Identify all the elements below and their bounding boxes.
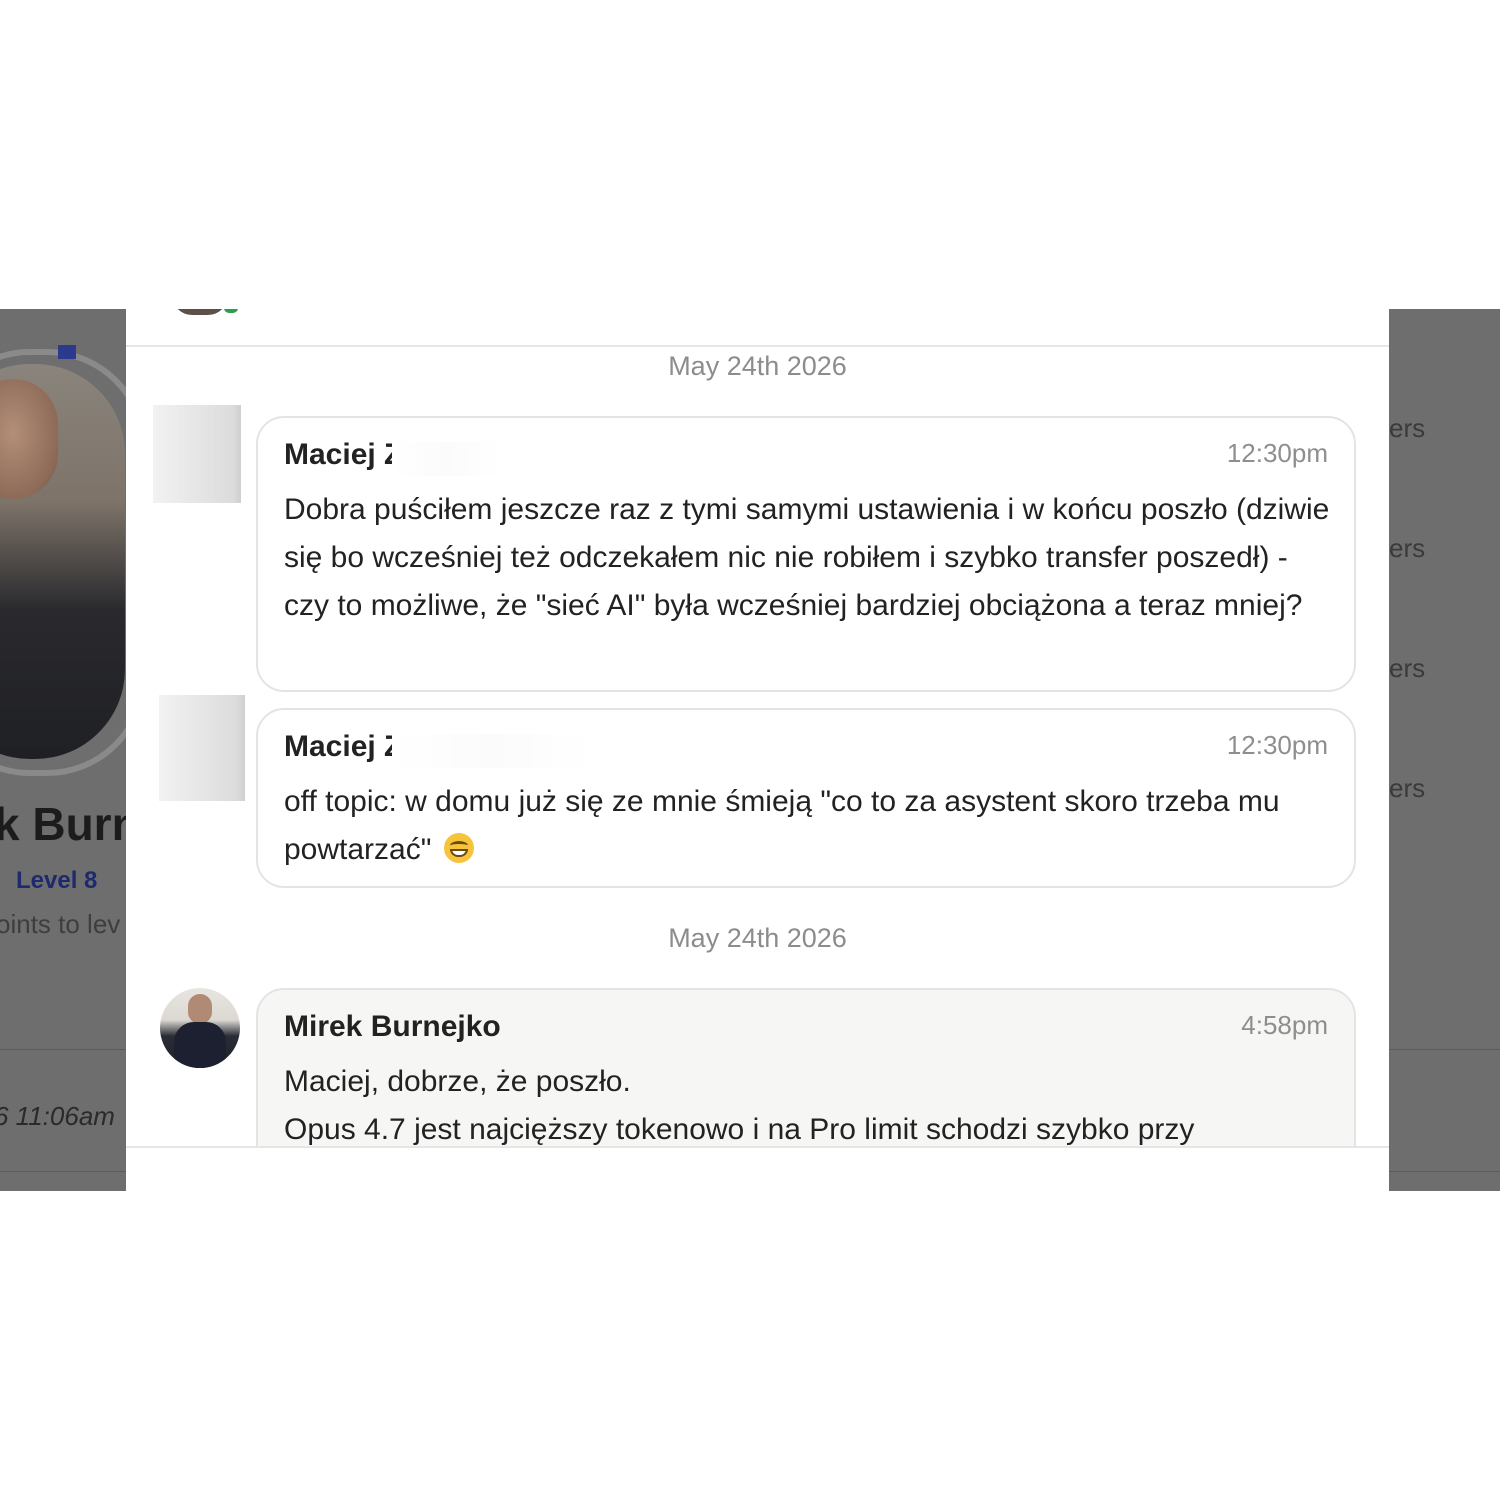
grinning-face-emoji-icon <box>443 833 474 863</box>
message-time: 12:30pm <box>1226 730 1328 760</box>
profile-level: Level 8 <box>16 867 98 894</box>
chat-partner-avatar[interactable] <box>172 309 228 315</box>
redacted-surname <box>392 442 502 476</box>
message-bubble: Maciej Z 12:30pm Dobra puściłem jeszcze … <box>256 416 1356 692</box>
chat-header <box>126 309 1389 347</box>
background-stat-label: ers <box>1389 653 1426 683</box>
background-stat-label: ers <box>1389 773 1426 803</box>
message-time: 4:58pm <box>1241 1010 1328 1040</box>
message-author[interactable]: Maciej Z <box>284 730 402 764</box>
app-viewport: k Burn Level 8 oints to lev 6 11:06am er… <box>0 309 1500 1191</box>
message-time: 12:30pm <box>1226 438 1328 468</box>
chat-modal: May 24th 2026 Maciej Z 12:30pm Dobra puś… <box>126 309 1389 1191</box>
background-right-column: ers ers ers ers <box>1389 309 1500 1191</box>
message-text: Maciej, dobrze, że poszło. Opus 4.7 jest… <box>284 1058 1334 1154</box>
message-text: Dobra puściłem jeszcze raz z tymi samymi… <box>284 493 1330 622</box>
background-stat-label: ers <box>1389 413 1426 443</box>
date-separator: May 24th 2026 <box>668 351 847 381</box>
profile-name: k Burn <box>0 798 140 850</box>
redacted-surname <box>392 734 592 768</box>
profile-photo <box>0 364 125 759</box>
background-timestamp: 6 11:06am <box>0 1101 115 1131</box>
avatar[interactable] <box>159 695 245 801</box>
avatar[interactable] <box>160 988 240 1068</box>
background-stat-label: ers <box>1389 533 1426 563</box>
avatar-face <box>188 994 212 1024</box>
avatar-body <box>174 1022 226 1068</box>
message-line: Maciej, dobrze, że poszło. <box>284 1065 631 1098</box>
points-to-level-text: oints to lev <box>0 909 121 939</box>
message-author[interactable]: Maciej Z <box>284 438 402 472</box>
date-separator: May 24th 2026 <box>668 923 847 953</box>
message-text-body: off topic: w domu już się ze mnie śmieją… <box>284 785 1280 866</box>
message-list[interactable]: May 24th 2026 Maciej Z 12:30pm Dobra puś… <box>126 347 1389 1191</box>
message-author[interactable]: Mirek Burnejko <box>284 1010 501 1044</box>
message-text: off topic: w domu już się ze mnie śmieją… <box>284 778 1334 874</box>
avatar[interactable] <box>153 405 241 503</box>
level-badge-icon <box>58 345 76 359</box>
profile-photo-face <box>0 379 58 499</box>
message-bubble: Maciej Z 12:30pm off topic: w domu już s… <box>256 708 1356 888</box>
chat-footer <box>126 1146 1389 1191</box>
online-status-icon <box>222 309 240 315</box>
background-profile-panel: k Burn Level 8 oints to lev 6 11:06am <box>0 309 147 1191</box>
